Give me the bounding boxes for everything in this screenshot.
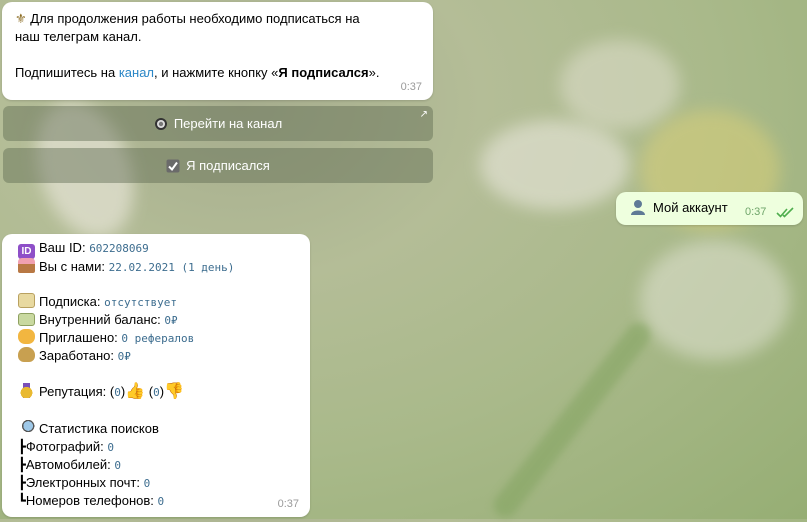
stats-value: 0: [157, 495, 165, 508]
reputation-label: Репутация:: [39, 384, 107, 399]
subscription-row: Подписка: отсутствует: [18, 293, 177, 312]
stats-label: Фотографий:: [25, 439, 104, 454]
invited-row: Приглашено: 0 рефералов: [18, 329, 194, 348]
background-petal: [560, 40, 680, 130]
earned-row: Заработано: 0₽: [18, 347, 131, 366]
user-id-value: 602208069: [89, 242, 149, 255]
my-account-text: Мой аккаунт: [653, 200, 728, 215]
subscribed-label: Я подписался: [186, 158, 270, 173]
id-badge-icon: ID: [18, 244, 35, 259]
check-box-icon: [166, 159, 180, 172]
stats-row-cars: ┣Автомобилей: 0: [18, 457, 121, 472]
money-bag-icon: [18, 347, 35, 362]
subscribe-text-suffix: ».: [368, 65, 380, 80]
earned-value: 0₽: [117, 350, 131, 363]
subscribe-text-prefix: Подпишитесь на: [15, 65, 119, 80]
background-petal: [480, 120, 630, 210]
search-stats-title: Статистика поисков: [39, 421, 159, 436]
stats-row-photos: ┣Фотографий: 0: [18, 439, 114, 454]
subscription-label: Подписка:: [39, 294, 101, 309]
birthday-cake-icon: [18, 258, 35, 273]
memo-icon: [18, 293, 35, 308]
subscribe-text-line2: наш телеграм канал.: [15, 29, 142, 44]
subscribed-button[interactable]: Я подписался: [3, 148, 433, 183]
subscribe-text-middle: , и нажмите кнопку «: [154, 65, 279, 80]
balance-row: Внутренний баланс: 0₽: [18, 311, 178, 330]
double-check-icon: [776, 207, 794, 218]
message-time: 0:37: [745, 206, 767, 218]
go-to-channel-button[interactable]: Перейти на канал ↗: [3, 106, 433, 141]
invited-value: 0 рефералов: [121, 332, 195, 345]
stats-label: Электронных почт:: [25, 475, 140, 490]
go-to-channel-label: Перейти на канал: [173, 116, 283, 131]
radio-button-icon: [154, 117, 167, 130]
bot-subscribe-message: ⚜ Для продолжения работы необходимо подп…: [2, 2, 433, 100]
stats-row-phones: ┗Номеров телефонов: 0: [18, 493, 165, 508]
earned-label: Заработано:: [39, 348, 114, 363]
user-bust-icon: [631, 200, 645, 215]
subscribe-button-name: Я подписался: [278, 65, 369, 80]
member-since-value: 22.02.2021 (1 день): [108, 261, 235, 274]
background-stem: [488, 318, 656, 522]
banknote-icon: [18, 313, 35, 326]
reputation-up-value: 0: [114, 386, 121, 399]
search-stats-title-row: Статистика поисков: [18, 420, 159, 438]
reputation-down-value: 0: [153, 386, 160, 399]
stats-label: Номеров телефонов:: [25, 493, 154, 508]
medal-icon: [18, 383, 35, 398]
balance-value: 0₽: [164, 314, 178, 327]
member-since-row: Вы с нами: 22.02.2021 (1 день): [18, 258, 234, 277]
handshake-icon: [18, 329, 35, 344]
message-time: 0:37: [400, 81, 422, 93]
message-time: 0:37: [277, 498, 299, 510]
stats-value: 0: [107, 441, 114, 454]
subscription-value: отсутствует: [104, 296, 177, 309]
magnifier-icon: [18, 420, 35, 435]
stats-value: 0: [114, 459, 121, 472]
user-id-row: ID Ваш ID: 602208069: [18, 239, 149, 259]
subscribe-text-line1: Для продолжения работы необходимо подпис…: [30, 11, 360, 26]
stats-value: 0: [143, 477, 151, 490]
account-info-message: ID Ваш ID: 602208069 Вы с нами: 22.02.202…: [2, 234, 310, 517]
fleur-de-lis-icon: ⚜: [15, 11, 27, 26]
user-id-label: Ваш ID:: [39, 240, 86, 255]
external-link-arrow-icon: ↗: [419, 109, 428, 120]
user-my-account-message: Мой аккаунт 0:37: [616, 192, 803, 225]
channel-link[interactable]: канал: [119, 65, 154, 80]
background-petal: [640, 240, 790, 360]
balance-label: Внутренний баланс:: [39, 312, 161, 327]
stats-row-emails: ┣Электронных почт: 0: [18, 475, 151, 490]
member-since-label: Вы с нами:: [39, 259, 105, 274]
thumbs-up-icon: 👍: [125, 383, 146, 400]
thumbs-down-icon: 👎: [164, 383, 184, 400]
reputation-row: Репутация: (0)👍 (0)👎: [18, 383, 184, 402]
stats-label: Автомобилей:: [25, 457, 111, 472]
invited-label: Приглашено:: [39, 330, 118, 345]
